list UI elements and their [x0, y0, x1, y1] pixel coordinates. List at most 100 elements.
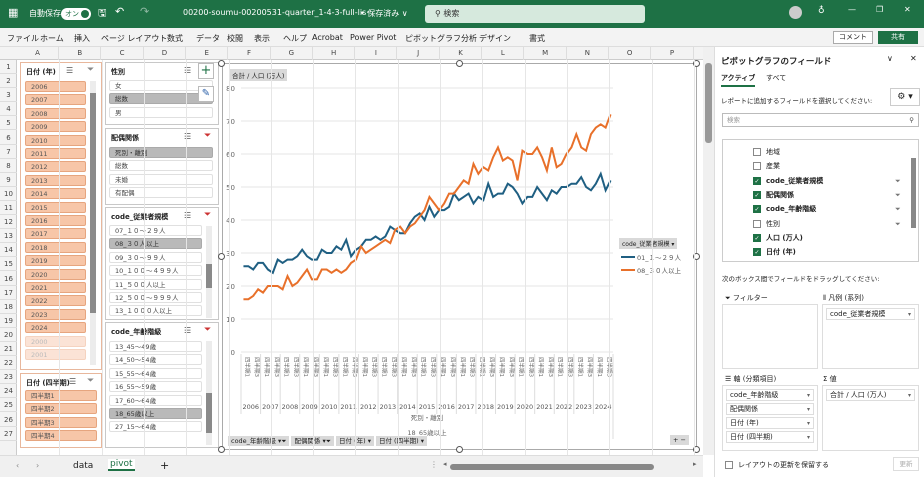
sheet-tab-pivot[interactable]: pivot — [108, 459, 135, 471]
horizontal-scrollbar[interactable] — [450, 464, 654, 470]
column-header[interactable]: B — [59, 47, 102, 60]
field-item[interactable]: 性別 — [753, 218, 780, 230]
series-line-0[interactable] — [243, 171, 612, 275]
axis-field-button[interactable]: 日付 (四半期) ▾ — [375, 436, 427, 446]
slicer-scrollbar[interactable] — [206, 341, 212, 445]
tab-active[interactable]: アクティブ — [721, 73, 756, 87]
column-header[interactable]: O — [609, 47, 652, 60]
chart-elements-plus-icon[interactable]: + — [198, 63, 214, 79]
slicer-scrollbar[interactable] — [90, 81, 96, 365]
clear-filter-icon[interactable]: ⏷ — [204, 131, 211, 141]
account-avatar-icon[interactable] — [789, 6, 802, 19]
row-header[interactable]: 22 — [0, 356, 17, 371]
comment-button[interactable]: コメント — [833, 31, 873, 44]
slicer-item[interactable]: 11_５００人以上 — [109, 278, 202, 290]
filters-area[interactable] — [722, 304, 818, 369]
share-button[interactable]: 共有 — [878, 31, 918, 44]
restore-icon[interactable]: ❐ — [876, 5, 883, 14]
column-header[interactable]: F — [229, 47, 271, 60]
slicer-item[interactable]: 09_３０～９９人 — [109, 251, 202, 263]
slicer-item[interactable]: 2000 — [25, 335, 86, 347]
multi-select-icon[interactable]: ☰ — [66, 66, 73, 75]
multi-select-icon[interactable]: ☰ — [69, 377, 76, 386]
multi-select-icon[interactable]: ☰ — [184, 132, 191, 141]
multi-select-icon[interactable]: ☰ — [184, 211, 191, 220]
slicer-scrollbar[interactable] — [206, 226, 212, 318]
row-header[interactable]: 10 — [0, 187, 17, 201]
chevron-down-icon[interactable]: ▾ — [908, 309, 911, 320]
slicer-item[interactable]: 2007 — [25, 94, 86, 106]
slicer-item[interactable]: 13_１０００人以上 — [109, 305, 202, 317]
row-header[interactable]: 13 — [0, 229, 17, 244]
field-item[interactable]: 地域 — [753, 146, 780, 158]
menu-tab[interactable]: 挿入 — [74, 33, 90, 44]
multi-select-icon[interactable]: ☰ — [184, 66, 191, 75]
row-header[interactable]: 17 — [0, 286, 17, 300]
next-sheet-icon[interactable]: › — [36, 461, 39, 470]
area-field-item[interactable]: code_従業者規模 ▾ — [826, 308, 915, 320]
row-header[interactable]: 3 — [0, 88, 17, 103]
slicer-item[interactable]: 総数 — [109, 160, 213, 172]
row-header[interactable]: 1 — [0, 60, 17, 74]
row-header[interactable]: 26 — [0, 413, 17, 427]
axis-area[interactable]: code_年齢階級 ▾ 配偶関係 ▾ 日付 (年) ▾ 日付 (四半期) ▾ — [722, 385, 818, 451]
slicer-item[interactable]: 2010 — [25, 134, 86, 146]
slicer-item[interactable]: 四半期3 — [25, 416, 97, 428]
slicer-item[interactable]: 15_55～64歳 — [109, 367, 202, 379]
menu-tab[interactable]: ヘルプ — [283, 33, 307, 44]
slicer-item[interactable]: 27_15～64歳 — [109, 421, 202, 433]
undo-icon[interactable]: ↶ — [115, 5, 124, 18]
slicer-item[interactable]: 2011 — [25, 148, 86, 159]
pane-options-chevron-icon[interactable]: ∨ — [887, 54, 893, 63]
slicer-item[interactable]: 2016 — [25, 215, 86, 226]
column-header[interactable]: L — [482, 47, 525, 60]
slicer-item[interactable]: 16_55～59歳 — [109, 381, 202, 393]
values-area[interactable]: 合計 / 人口 (万人) ▾ — [822, 385, 919, 451]
slicer-item[interactable]: 2018 — [25, 241, 86, 253]
gear-icon[interactable]: ⚙ ▾ — [890, 88, 920, 106]
menu-tab[interactable]: ピボットグラフ分析 — [405, 33, 477, 44]
row-header[interactable]: 5 — [0, 116, 17, 131]
slicer-item[interactable]: 四半期1 — [25, 390, 97, 401]
row-header[interactable]: 7 — [0, 145, 17, 159]
field-item[interactable]: ✓ 人口 (万人) — [753, 232, 803, 244]
resize-handle[interactable] — [456, 60, 463, 67]
area-field-item[interactable]: 配偶関係 ▾ — [726, 403, 814, 415]
field-checkbox[interactable]: ✓ — [753, 176, 761, 185]
clear-filter-icon[interactable]: ⏷ — [204, 210, 211, 220]
chevron-down-icon[interactable]: ▾ — [908, 390, 911, 401]
field-item[interactable]: 産業 — [753, 160, 780, 172]
menu-tab[interactable]: Acrobat — [312, 33, 343, 42]
column-header[interactable]: N — [567, 47, 609, 60]
row-header[interactable]: 23 — [0, 370, 17, 385]
redo-icon[interactable]: ↷ — [140, 5, 149, 18]
multi-select-icon[interactable]: ☰ — [184, 326, 191, 335]
slicer-item[interactable]: 2019 — [25, 255, 86, 267]
clear-filter-icon[interactable]: ⏷ — [204, 325, 211, 335]
field-checkbox[interactable]: ✓ — [753, 205, 761, 214]
menu-tab[interactable]: ファイル — [7, 33, 39, 44]
slicer-item[interactable]: 死別・離別 — [109, 147, 213, 158]
menu-tab[interactable]: ページ レイアウト — [101, 33, 167, 44]
tab-all[interactable]: すべて — [766, 73, 786, 83]
clear-filter-icon[interactable]: ⏷ — [87, 376, 94, 386]
field-checkbox[interactable]: ✓ — [753, 190, 761, 199]
field-list-scrollbar[interactable] — [911, 158, 916, 228]
column-header[interactable]: E — [186, 47, 229, 60]
field-item[interactable]: ✓ 配偶関係 — [753, 189, 794, 201]
series-line-1[interactable] — [243, 114, 612, 301]
defer-update-checkbox[interactable]: レイアウトの更新を保留する — [725, 460, 829, 470]
field-checkbox[interactable] — [753, 219, 761, 228]
slicer-item[interactable]: 2014 — [25, 188, 86, 200]
resize-handle[interactable] — [218, 253, 225, 260]
column-header[interactable]: M — [525, 47, 567, 60]
slicer-item[interactable]: 男 — [109, 106, 213, 118]
slicer-item[interactable]: 2008 — [25, 107, 86, 119]
field-checkbox[interactable]: ✓ — [753, 233, 761, 242]
slicer-item[interactable]: 10_１００～４９９人 — [109, 265, 202, 277]
column-header[interactable]: D — [144, 47, 186, 60]
slicer-item[interactable]: 18_65歳以上 — [109, 408, 202, 419]
row-header[interactable]: 18 — [0, 300, 17, 314]
area-field-item[interactable]: 日付 (年) ▾ — [726, 417, 814, 429]
column-header[interactable]: P — [652, 47, 694, 60]
